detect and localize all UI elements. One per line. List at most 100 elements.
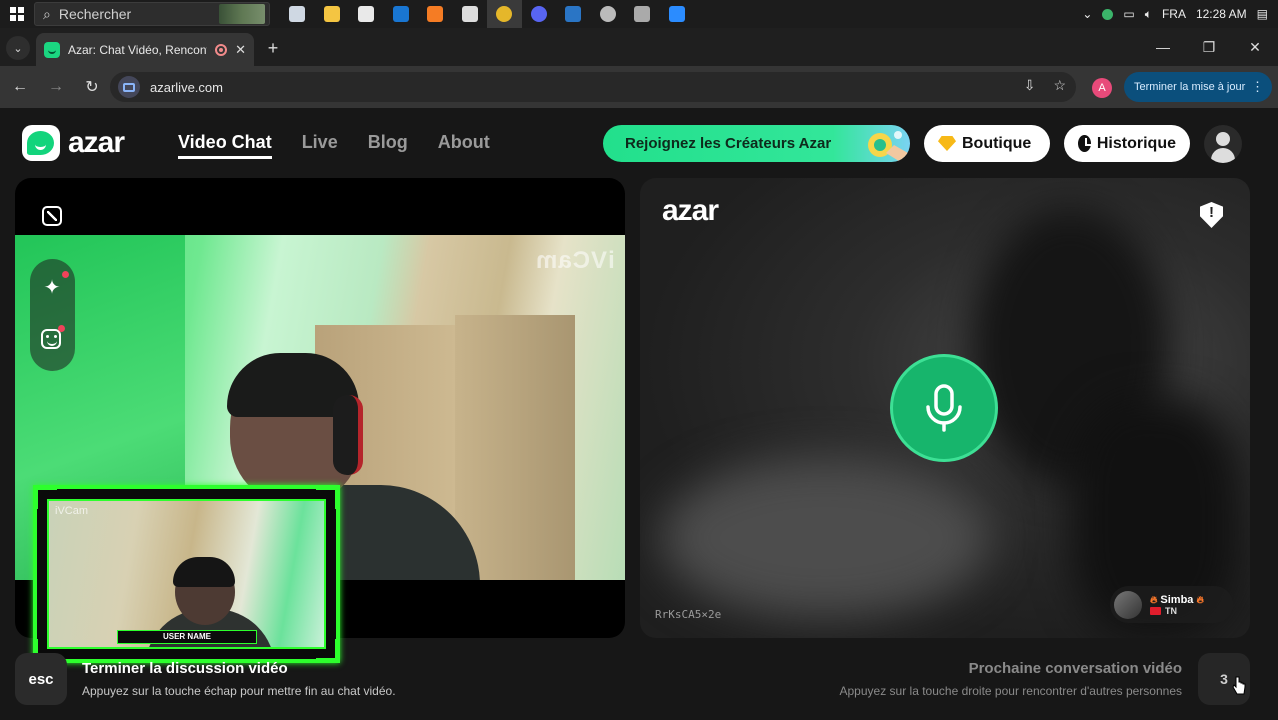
system-tray: ⌄ ▭ 🔈︎ FRA 12:28 AM ▤ <box>1082 0 1278 28</box>
close-window-icon[interactable]: ✕ <box>1232 28 1278 66</box>
tab-search-icon[interactable]: ⌄ <box>6 36 30 60</box>
join-creators-button[interactable]: Rejoignez les Créateurs Azar <box>603 125 910 162</box>
discord-icon[interactable] <box>522 0 557 28</box>
browser-toolbar: ← → ↻ azarlive.com ⇩ ☆ A Terminer la mis… <box>0 66 1278 108</box>
peer-video-panel: azar RrKsCA5×2e 🔥︎ Simba 🔥︎ TN <box>640 178 1250 638</box>
forward-arrow-icon[interactable]: → <box>40 71 72 103</box>
overlay-camera-feed: iVCam <box>47 499 326 649</box>
install-app-icon[interactable]: ⇩ <box>1024 77 1036 94</box>
minimize-icon[interactable]: — <box>1140 28 1186 66</box>
peer-avatar <box>1114 590 1142 619</box>
browser-tab-azar[interactable]: Azar: Chat Vidéo, Rencontre ✕ <box>36 33 254 66</box>
azar-page: azar Video Chat Live Blog About Rejoigne… <box>0 108 1278 720</box>
tab-title: Azar: Chat Vidéo, Rencontre <box>68 42 208 57</box>
notifications-icon[interactable]: ▤ <box>1257 7 1268 21</box>
outlook-icon[interactable] <box>384 0 419 28</box>
creators-illustration-icon <box>868 131 908 162</box>
overlay-username: USER NAME <box>117 630 257 644</box>
chrome-icon[interactable] <box>487 0 522 28</box>
network-icon[interactable]: ▭ <box>1123 7 1134 21</box>
self-preview-overlay: iVCam USER NAME <box>33 485 340 663</box>
azar-logo-text: azar <box>68 126 125 159</box>
end-chat-subtitle: Appuyez sur la touche échap pour mettre … <box>82 684 396 698</box>
site-info-icon[interactable] <box>118 76 140 98</box>
tab-close-icon[interactable]: ✕ <box>235 42 246 58</box>
bookmark-star-icon[interactable]: ☆ <box>1053 77 1066 94</box>
esc-key-button[interactable]: esc <box>15 653 67 705</box>
azar-logo-icon <box>22 125 60 161</box>
nav-blog[interactable]: Blog <box>368 132 408 159</box>
tunisia-flag-icon <box>1150 606 1161 615</box>
join-creators-label: Rejoignez les Créateurs Azar <box>625 135 832 152</box>
app-orange-icon[interactable] <box>418 0 453 28</box>
back-arrow-icon[interactable]: ← <box>4 71 36 103</box>
taskbar-search-placeholder: Rechercher <box>58 6 132 22</box>
restore-icon[interactable]: ❐ <box>1186 28 1232 66</box>
more-menu-icon[interactable]: ⋮ <box>1251 79 1264 95</box>
url-text[interactable]: azarlive.com <box>150 80 223 95</box>
new-tab-icon[interactable]: + <box>262 37 284 59</box>
face-filter-icon[interactable] <box>41 325 65 349</box>
steam-icon[interactable] <box>556 0 591 28</box>
nav-video-chat[interactable]: Video Chat <box>178 132 272 159</box>
update-button-label: Terminer la mise à jour <box>1134 81 1246 93</box>
address-bar[interactable]: azarlive.com ⇩ ☆ <box>110 72 1076 102</box>
nav-live[interactable]: Live <box>302 132 338 159</box>
peer-name-row: 🔥︎ Simba 🔥︎ <box>1150 594 1204 606</box>
clock-time[interactable]: 12:28 AM <box>1196 7 1247 21</box>
taskbar-search-box[interactable]: ⌕ Rechercher <box>34 2 270 26</box>
collapse-icon[interactable] <box>42 206 62 226</box>
peer-country: TN <box>1165 605 1177 616</box>
peer-country-row: TN <box>1150 606 1204 616</box>
app-blue-icon[interactable] <box>660 0 695 28</box>
hand-cursor-icon <box>1232 676 1246 695</box>
reload-icon[interactable]: ↻ <box>76 71 108 103</box>
next-chat-title: Prochaine conversation vidéo <box>968 660 1182 677</box>
overlay-watermark: iVCam <box>55 505 89 517</box>
peer-id: RrKsCA5×2e <box>655 608 722 621</box>
browser-tab-strip: ⌄ Azar: Chat Vidéo, Rencontre ✕ + — ❐ ✕ <box>0 28 1278 66</box>
fire-icon: 🔥︎ <box>1196 594 1204 606</box>
update-button[interactable]: Terminer la mise à jour ⋮ <box>1124 72 1272 102</box>
microphone-button[interactable] <box>890 354 998 462</box>
language-indicator[interactable]: FRA <box>1162 7 1186 21</box>
peer-name: Simba <box>1160 593 1194 606</box>
status-dot-icon[interactable] <box>1102 8 1114 20</box>
profile-avatar[interactable]: A <box>1092 78 1112 98</box>
main-nav: Video Chat Live Blog About <box>178 132 490 159</box>
clock-icon <box>1078 135 1091 152</box>
microphone-icon <box>926 384 962 432</box>
camera-watermark: iVCam <box>535 247 615 274</box>
peer-panel-logo: azar <box>662 194 719 227</box>
history-label: Historique <box>1096 134 1176 152</box>
fire-icon: 🔥︎ <box>1150 594 1158 606</box>
windows-taskbar: ⌕ Rechercher ⌄ ▭ 🔈︎ FRA 12:28 AM ▤ <box>0 0 1278 28</box>
windows-start-icon[interactable] <box>0 0 34 28</box>
search-highlight-image <box>219 4 265 24</box>
gem-icon <box>938 136 956 151</box>
app-swirl-icon[interactable] <box>453 0 488 28</box>
history-button[interactable]: Historique <box>1064 125 1190 162</box>
file-explorer-icon[interactable] <box>315 0 350 28</box>
user-avatar-icon[interactable] <box>1204 125 1242 163</box>
app-compass-icon[interactable] <box>591 0 626 28</box>
report-shield-icon[interactable] <box>1200 202 1223 228</box>
effects-toolbar: ✦ <box>30 259 75 371</box>
azar-favicon-icon <box>44 41 60 58</box>
nav-about[interactable]: About <box>438 132 490 159</box>
volume-icon[interactable]: 🔈︎ <box>1145 7 1152 22</box>
microsoft-store-icon[interactable] <box>349 0 384 28</box>
end-chat-title: Terminer la discussion vidéo <box>82 660 288 677</box>
taskbar-pinned-apps <box>280 0 694 28</box>
shop-button[interactable]: Boutique <box>924 125 1050 162</box>
app-speaker-icon[interactable] <box>625 0 660 28</box>
sparkle-effects-icon[interactable]: ✦ <box>41 271 69 299</box>
next-chat-subtitle: Appuyez sur la touche droite pour rencon… <box>839 684 1183 698</box>
azar-logo[interactable]: azar <box>22 125 125 161</box>
chevron-up-icon[interactable]: ⌄ <box>1082 7 1092 21</box>
recording-indicator-icon <box>215 43 228 56</box>
search-icon: ⌕ <box>43 5 51 22</box>
shop-label: Boutique <box>962 134 1032 152</box>
task-view-icon[interactable] <box>280 0 315 28</box>
peer-profile-tag[interactable]: 🔥︎ Simba 🔥︎ TN <box>1110 586 1233 623</box>
